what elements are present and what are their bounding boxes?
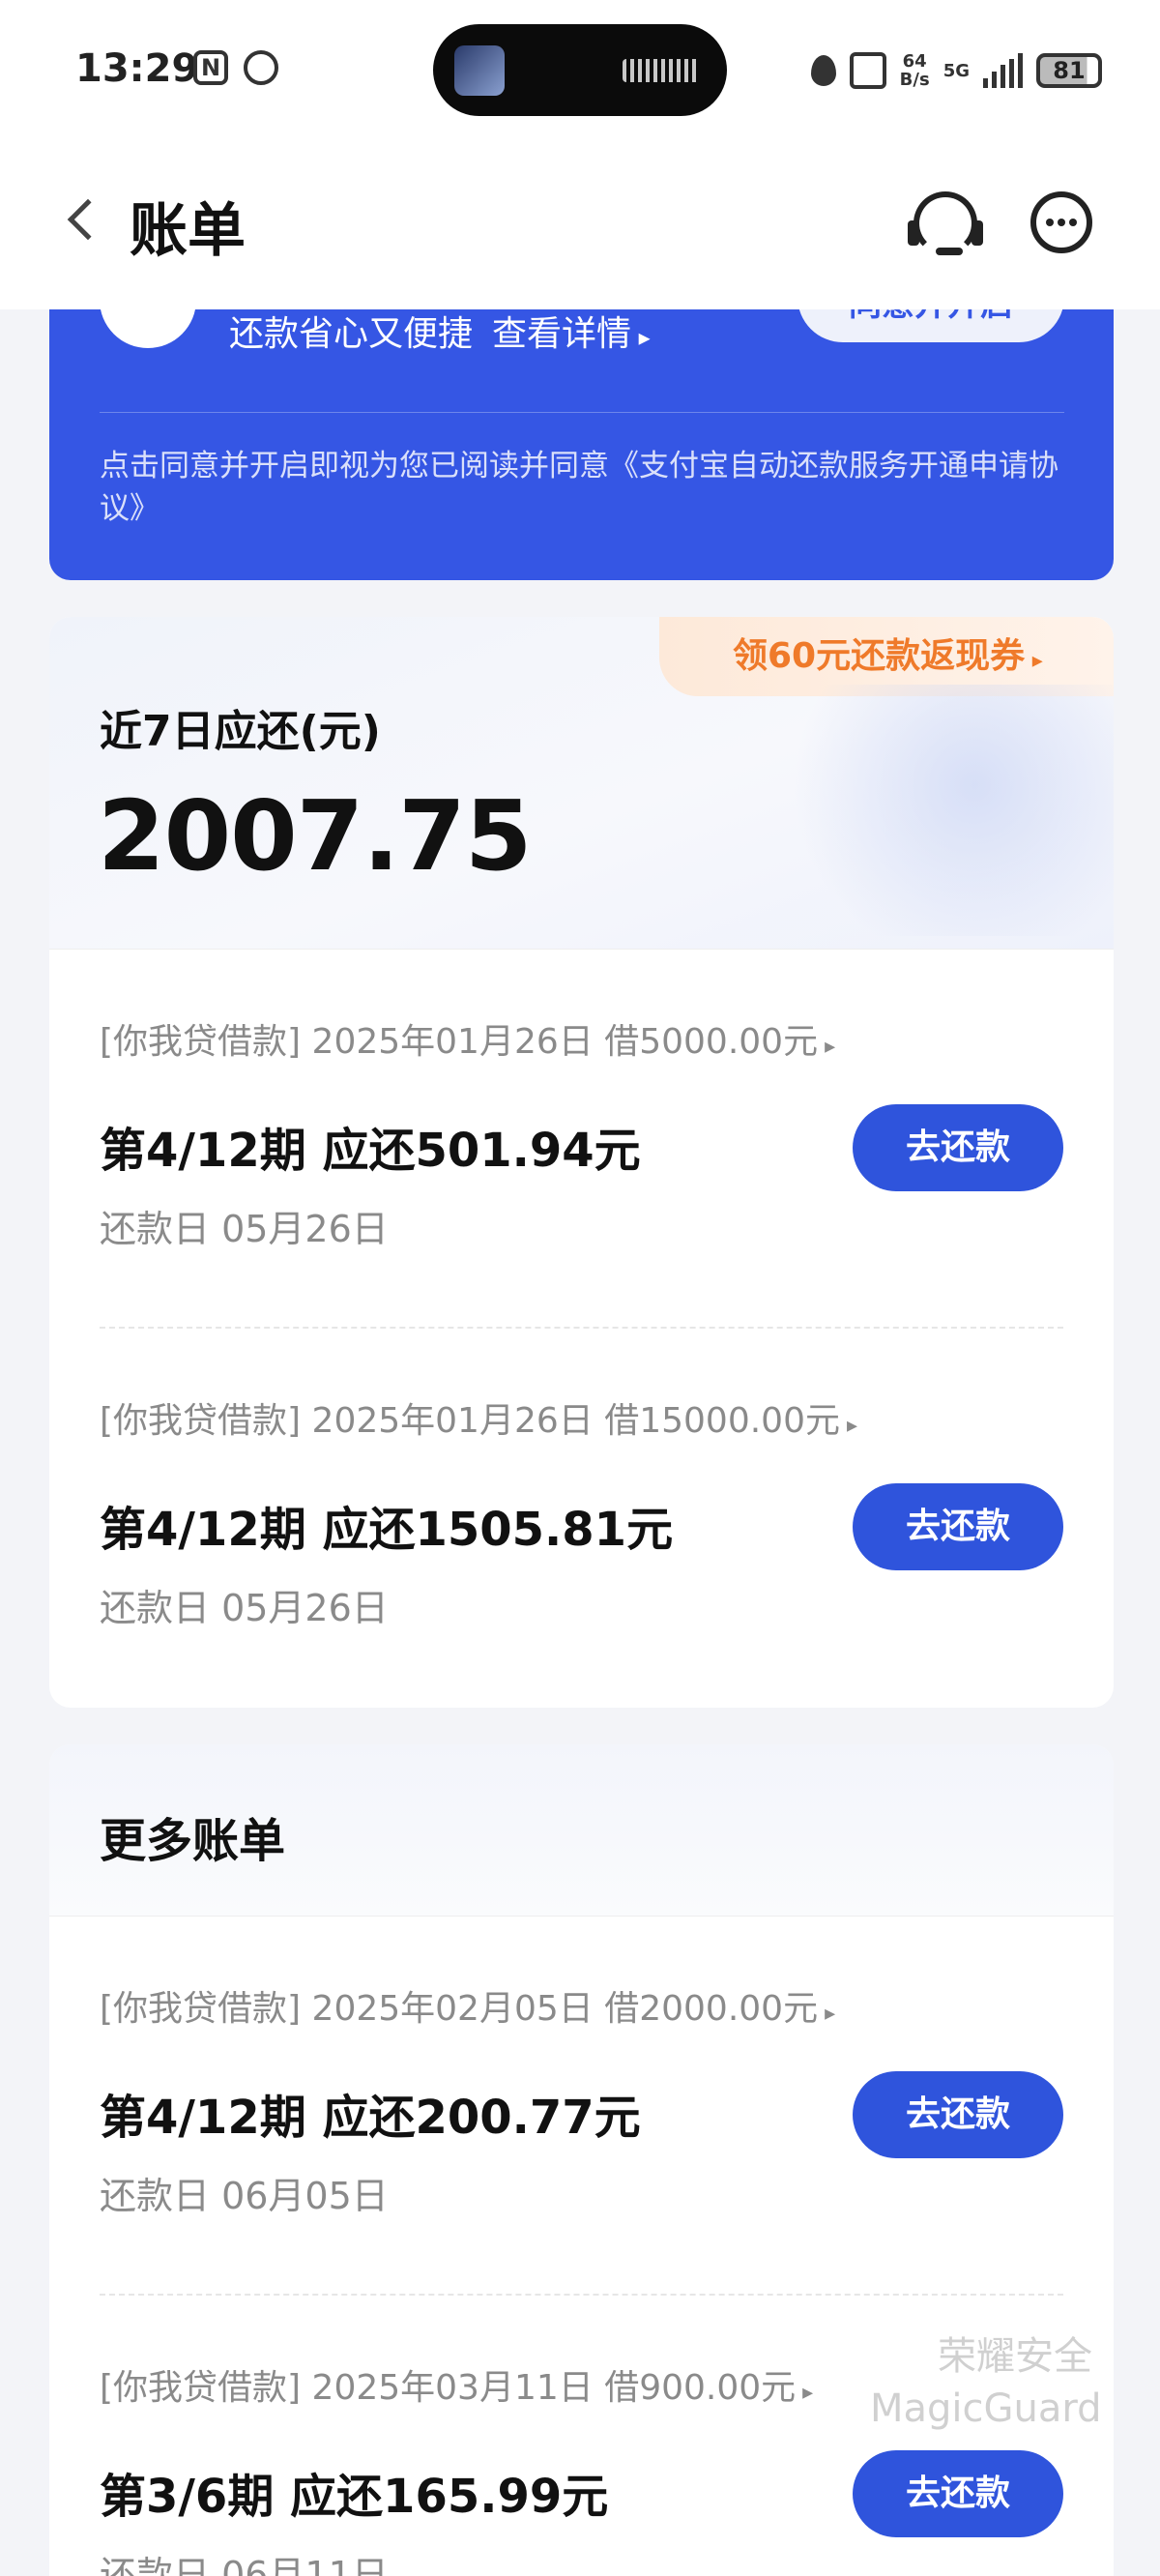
battery-icon: 81	[1036, 53, 1102, 88]
due-amount: 2007.75	[98, 779, 532, 893]
loan-due-date: 还款日 05月26日	[100, 1208, 389, 1250]
alarm-icon	[244, 50, 278, 85]
location-icon	[810, 55, 836, 86]
due-card: 领60元还款返现券 近7日应还(元) 2007.75 [你我贷借款] 2025年…	[49, 617, 1114, 1708]
agreement-text[interactable]: 点击同意并开启即视为您已阅读并同意《支付宝自动还款服务开通申请协议》	[100, 445, 1066, 530]
more-bills-header: 更多账单	[49, 1744, 1114, 1917]
loan-term: 第4/12期 应还1505.81元	[100, 1503, 674, 1557]
signal-icon	[983, 53, 1023, 88]
status-time: 13:29	[75, 46, 199, 91]
banner-details-link[interactable]: 查看详情	[492, 306, 651, 356]
loan-item[interactable]: [你我贷借款] 2025年01月26日 借5000.00元 第4/12期 应还5…	[49, 950, 1114, 1329]
vibrate-icon	[849, 52, 886, 89]
repay-button[interactable]: 去还款	[853, 1483, 1063, 1570]
customer-service-icon[interactable]	[908, 191, 983, 255]
more-bills-card: 更多账单 [你我贷借款] 2025年02月05日 借2000.00元 第4/12…	[49, 1744, 1114, 2576]
due-summary: 领60元还款返现券 近7日应还(元) 2007.75	[49, 617, 1114, 950]
loan-item[interactable]: [你我贷借款] 2025年01月26日 借15000.00元 第4/12期 应还…	[49, 1329, 1114, 1708]
watermark-line1: 荣耀安全	[938, 2334, 1092, 2379]
media-thumbnail	[454, 45, 505, 96]
loan-due-date: 还款日 05月26日	[100, 1587, 389, 1629]
network-speed: 64 B/s	[899, 51, 930, 90]
status-bar: 13:29 N 64 B/s 5G 81	[0, 0, 1160, 145]
back-icon[interactable]	[67, 198, 109, 241]
banner-subtitle: 还款省心又便捷	[229, 314, 474, 354]
loan-due-date: 还款日 06月11日	[100, 2554, 389, 2576]
magicguard-watermark: 荣耀安全 MagicGuard	[870, 2330, 1102, 2435]
loan-info[interactable]: [你我贷借款] 2025年03月11日 借900.00元	[100, 2359, 813, 2410]
message-icon[interactable]	[1030, 191, 1092, 253]
watermark-line2: MagicGuard	[870, 2386, 1102, 2431]
autopay-banner: 还款省心又便捷 查看详情 同意并开启 点击同意并开启即视为您已阅读并同意《支付宝…	[49, 290, 1114, 580]
loan-term: 第4/12期 应还200.77元	[100, 2091, 641, 2145]
loan-term: 第3/6期 应还165.99元	[100, 2470, 609, 2524]
loan-info[interactable]: [你我贷借款] 2025年02月05日 借2000.00元	[100, 1980, 835, 2031]
customer-service-mic	[936, 248, 963, 255]
repay-button[interactable]: 去还款	[853, 2450, 1063, 2537]
network-type: 5G	[942, 60, 970, 81]
loan-info[interactable]: [你我贷借款] 2025年01月26日 借15000.00元	[100, 1392, 857, 1443]
dynamic-island[interactable]	[433, 24, 727, 116]
repay-button[interactable]: 去还款	[853, 2071, 1063, 2158]
status-icons: 64 B/s 5G 81	[810, 46, 1102, 95]
audio-wave-icon	[623, 59, 700, 82]
loan-term: 第4/12期 应还501.94元	[100, 1124, 641, 1178]
nfc-icon: N	[193, 50, 228, 85]
loan-due-date: 还款日 06月05日	[100, 2175, 389, 2217]
page-header: 账单	[0, 145, 1160, 309]
page-title: 账单	[130, 197, 246, 265]
repay-button[interactable]: 去还款	[853, 1104, 1063, 1191]
banner-divider	[100, 412, 1064, 413]
loan-info[interactable]: [你我贷借款] 2025年01月26日 借5000.00元	[100, 1013, 835, 1064]
cashback-coupon-link[interactable]: 领60元还款返现券	[659, 617, 1114, 696]
loan-item[interactable]: [你我贷借款] 2025年02月05日 借2000.00元 第4/12期 应还2…	[49, 1917, 1114, 2296]
more-bills-title: 更多账单	[100, 1814, 286, 1868]
due-label: 近7日应还(元)	[100, 707, 381, 756]
